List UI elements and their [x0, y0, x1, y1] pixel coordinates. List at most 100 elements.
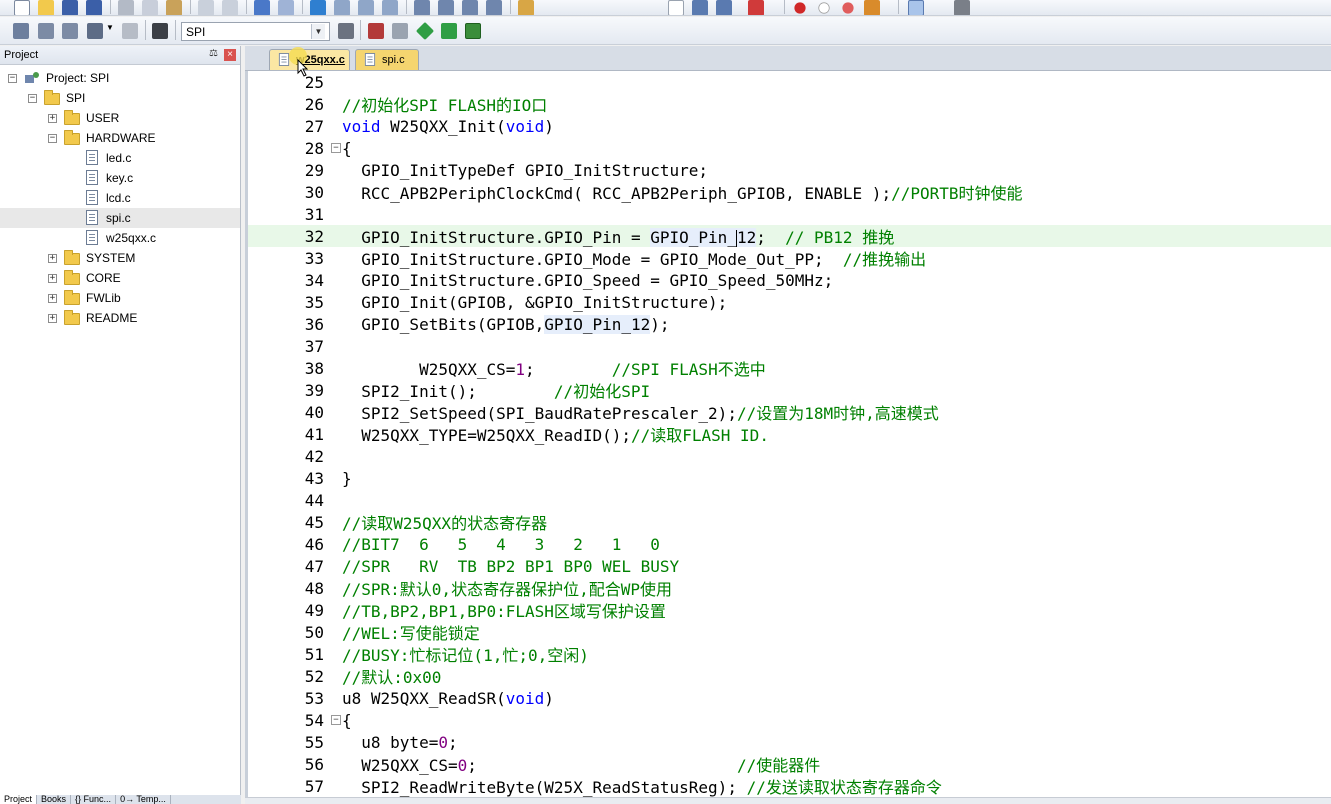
debug-session-icon[interactable] — [748, 0, 764, 15]
code-line[interactable]: 43} — [248, 467, 1331, 489]
redo-icon[interactable] — [222, 0, 238, 15]
save-icon[interactable] — [62, 0, 78, 15]
comment-icon[interactable] — [462, 0, 478, 15]
code-line[interactable]: 44 — [248, 489, 1331, 511]
fold-icon[interactable]: − — [331, 715, 341, 725]
code-line[interactable]: 36 GPIO_SetBits(GPIOB,GPIO_Pin_12); — [248, 313, 1331, 335]
code-line[interactable]: 32 GPIO_InitStructure.GPIO_Pin = GPIO_Pi… — [248, 225, 1331, 247]
build-icon[interactable] — [38, 23, 54, 39]
manage-components-icon[interactable] — [368, 23, 384, 39]
tree-item-system[interactable]: + SYSTEM — [0, 248, 240, 268]
code-line[interactable]: 28−{ — [248, 137, 1331, 159]
tree-item-core[interactable]: + CORE — [0, 268, 240, 288]
indent-icon[interactable] — [414, 0, 430, 15]
panel-tab-1[interactable]: Books — [37, 795, 72, 804]
code-line[interactable]: 31 — [248, 203, 1331, 225]
target-options-icon[interactable] — [338, 23, 354, 39]
undo-icon[interactable] — [198, 0, 214, 15]
code-line[interactable]: 51 //BUSY:忙标记位(1,忙;0,空闲) — [248, 643, 1331, 666]
target-select[interactable]: SPI ▼ — [181, 22, 330, 41]
code-line[interactable]: 29 GPIO_InitTypeDef GPIO_InitStructure; — [248, 159, 1331, 181]
find-dropdown-icon[interactable] — [668, 0, 684, 15]
code-line[interactable]: 52 //默认:0x00 — [248, 665, 1331, 688]
download-icon[interactable] — [152, 23, 168, 39]
find-icon[interactable] — [692, 0, 708, 15]
code-line[interactable]: 33 GPIO_InitStructure.GPIO_Mode = GPIO_M… — [248, 247, 1331, 270]
code-line[interactable]: 35 GPIO_Init(GPIOB, &GPIO_InitStructure)… — [248, 291, 1331, 313]
disable-breakpoints-icon[interactable] — [840, 0, 856, 15]
tree-item-key-c[interactable]: key.c — [0, 168, 240, 188]
code-line[interactable]: 46 //BIT7 6 5 4 3 2 1 0 — [248, 533, 1331, 555]
collapse-icon[interactable]: − — [48, 134, 57, 143]
enable-breakpoint-icon[interactable] — [816, 0, 832, 15]
tree-item-readme[interactable]: + README — [0, 308, 240, 328]
collapse-icon[interactable]: − — [28, 94, 37, 103]
tree-item-led-c[interactable]: led.c — [0, 148, 240, 168]
translate-icon[interactable] — [13, 23, 29, 39]
code-line[interactable]: 38 W25QXX_CS=1; //SPI FLASH不选中 — [248, 357, 1331, 380]
code-line[interactable]: 55 u8 byte=0; — [248, 731, 1331, 753]
code-line[interactable]: 30 RCC_APB2PeriphClockCmd( RCC_APB2Perip… — [248, 181, 1331, 204]
code-line[interactable]: 34 GPIO_InitStructure.GPIO_Speed = GPIO_… — [248, 269, 1331, 291]
tree-item-hardware[interactable]: − HARDWARE — [0, 128, 240, 148]
cut-icon[interactable] — [118, 0, 134, 15]
code-line[interactable]: 41 W25QXX_TYPE=W25QXX_ReadID();//读取FLASH… — [248, 423, 1331, 446]
code-line[interactable]: 40 SPI2_SetSpeed(SPI_BaudRatePrescaler_2… — [248, 401, 1331, 424]
code-line[interactable]: 47 //SPR RV TB BP2 BP1 BP0 WEL BUSY — [248, 555, 1331, 577]
window-layout-icon[interactable] — [908, 0, 924, 15]
next-bookmark-icon[interactable] — [358, 0, 374, 15]
close-icon[interactable]: × — [224, 49, 236, 61]
code-editor[interactable]: 25 26 //初始化SPI FLASH的IO口 27 void W25QXX_Init… — [248, 72, 1331, 804]
expand-icon[interactable]: + — [48, 114, 57, 123]
expand-icon[interactable]: + — [48, 274, 57, 283]
code-line[interactable]: 49 //TB,BP2,BP1,BP0:FLASH区域写保护设置 — [248, 599, 1331, 622]
pack-installer-icon[interactable] — [441, 23, 457, 39]
open-file-icon[interactable] — [38, 0, 54, 15]
stop-build-icon[interactable] — [122, 23, 138, 39]
nav-forward-icon[interactable] — [278, 0, 294, 15]
code-line[interactable]: 48 //SPR:默认0,状态寄存器保护位,配合WP使用 — [248, 577, 1331, 600]
tree-item-w25qxx-c[interactable]: w25qxx.c — [0, 228, 240, 248]
clear-bookmarks-icon[interactable] — [382, 0, 398, 15]
collapse-icon[interactable]: − — [8, 74, 17, 83]
save-all-icon[interactable] — [86, 0, 102, 15]
code-line[interactable]: 57 SPI2_ReadWriteByte(W25X_ReadStatusReg… — [248, 775, 1331, 798]
select-packs-icon[interactable] — [465, 23, 481, 39]
code-line[interactable]: 27 void W25QXX_Init(void) — [248, 115, 1331, 137]
run-time-environment-icon[interactable] — [415, 21, 435, 41]
code-line[interactable]: 42 — [248, 445, 1331, 467]
prev-bookmark-icon[interactable] — [334, 0, 350, 15]
code-line[interactable]: 39 SPI2_Init(); //初始化SPI — [248, 379, 1331, 402]
code-line[interactable]: 26 //初始化SPI FLASH的IO口 — [248, 93, 1331, 116]
tree-item-user[interactable]: + USER — [0, 108, 240, 128]
rebuild-icon[interactable] — [62, 23, 78, 39]
paste-icon[interactable] — [166, 0, 182, 15]
code-line[interactable]: 53 u8 W25QXX_ReadSR(void) — [248, 687, 1331, 709]
find-in-files-icon[interactable] — [518, 0, 534, 15]
tree-item-spi-c[interactable]: spi.c — [0, 208, 240, 228]
expand-icon[interactable]: + — [48, 314, 57, 323]
code-line[interactable]: 37 — [248, 335, 1331, 357]
code-line[interactable]: 56 W25QXX_CS=0; //使能器件 — [248, 753, 1331, 776]
kill-breakpoints-icon[interactable] — [864, 0, 880, 15]
expand-icon[interactable]: + — [48, 254, 57, 263]
panel-tab-0[interactable]: Project — [0, 795, 38, 804]
tree-item-lcd-c[interactable]: lcd.c — [0, 188, 240, 208]
horizontal-scrollbar[interactable] — [245, 797, 1331, 804]
new-file-icon[interactable] — [14, 0, 30, 15]
code-line[interactable]: 50 //WEL:写使能锁定 — [248, 621, 1331, 644]
insert-breakpoint-icon[interactable] — [792, 0, 808, 15]
uncomment-icon[interactable] — [486, 0, 502, 15]
code-line[interactable]: 45 //读取W25QXX的状态寄存器 — [248, 511, 1331, 534]
copy-icon[interactable] — [142, 0, 158, 15]
code-line[interactable]: 25 — [248, 72, 1331, 93]
pin-icon[interactable]: ⚖ — [209, 48, 218, 59]
tab-w25qxx[interactable]: w25qxx.c — [269, 49, 350, 70]
tree-item-spi[interactable]: − SPI — [0, 88, 240, 108]
panel-tab-3[interactable]: 0→ Temp... — [116, 795, 171, 804]
nav-back-icon[interactable] — [254, 0, 270, 15]
code-line[interactable]: 54−{ — [248, 709, 1331, 731]
chevron-down-icon[interactable]: ▼ — [311, 24, 325, 39]
panel-tab-2[interactable]: {} Func... — [71, 795, 117, 804]
file-extensions-icon[interactable] — [392, 23, 408, 39]
